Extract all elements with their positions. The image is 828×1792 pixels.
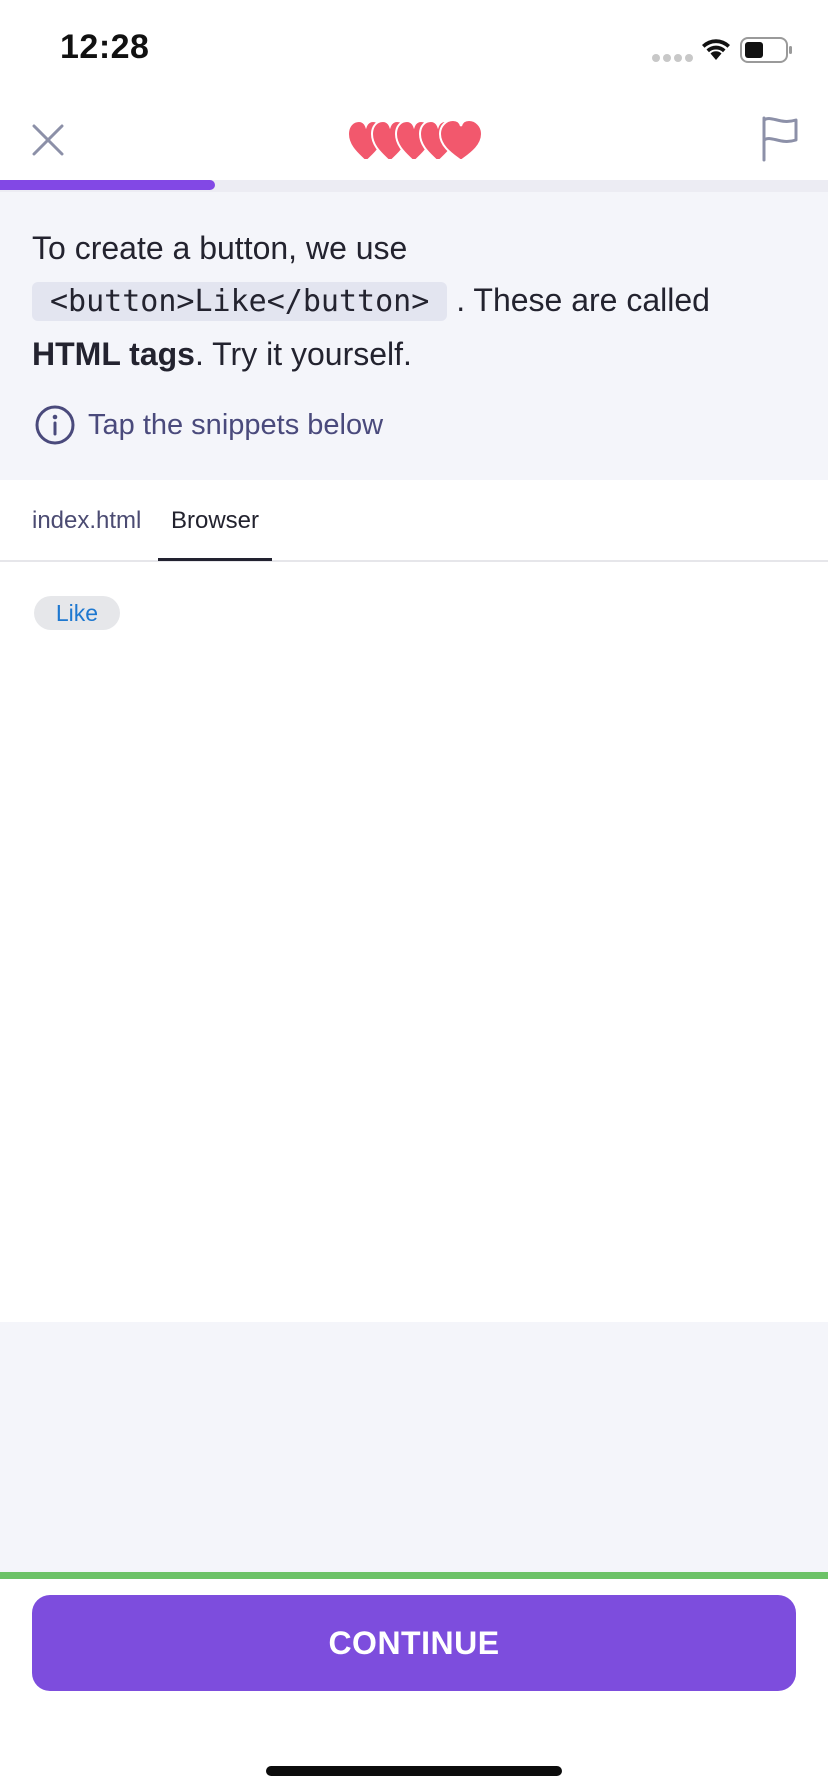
close-icon[interactable] (24, 116, 72, 164)
lesson-header (0, 96, 828, 192)
tab-browser[interactable]: Browser (158, 480, 272, 561)
home-indicator[interactable] (266, 1766, 562, 1776)
footer: CONTINUE (0, 1579, 828, 1792)
editor-tabs: index.html Browser (0, 480, 828, 562)
instruction-bold: HTML tags (32, 336, 195, 372)
instruction-middle: . These are called (447, 282, 710, 318)
progress-fill (0, 180, 216, 190)
instruction-end: . Try it yourself. (194, 336, 412, 372)
like-button[interactable]: Like (34, 596, 120, 630)
signal-icon (652, 54, 693, 62)
wifi-icon (702, 39, 730, 60)
continue-button[interactable]: CONTINUE (32, 1595, 796, 1691)
success-bar (0, 1572, 828, 1579)
hearts-icon (346, 118, 484, 161)
hint: Tap the snippets below (34, 404, 383, 446)
info-icon (35, 405, 75, 445)
browser-preview: Like (0, 562, 828, 1322)
status-time: 12:28 (60, 28, 150, 66)
snippet-area (0, 1322, 828, 1572)
battery-icon (740, 37, 792, 63)
instruction-panel: To create a button, we use <button>Like<… (0, 192, 828, 480)
instruction-text: To create a button, we use <button>Like<… (32, 222, 802, 380)
status-bar: 12:28 (0, 0, 828, 96)
tab-index-html[interactable]: index.html (32, 480, 141, 560)
instruction-intro: To create a button, we use (32, 230, 408, 266)
code-snippet: <button>Like</button> (32, 282, 448, 321)
lesson-progress (0, 180, 828, 192)
hint-text: Tap the snippets below (88, 408, 384, 441)
flag-icon[interactable] (756, 112, 804, 164)
